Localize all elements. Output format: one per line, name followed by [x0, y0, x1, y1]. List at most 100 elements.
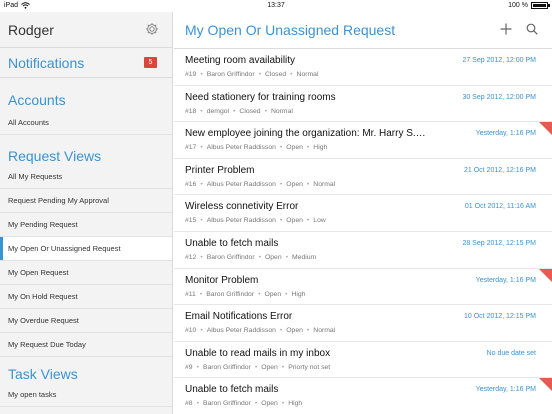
request-due-date: 27 Sep 2012, 12:00 PM	[462, 57, 536, 64]
request-meta: #16 • Albus Peter Raddisson • Open • Normal	[185, 180, 336, 188]
request-due-date: 30 Sep 2012, 12:00 PM	[462, 93, 536, 101]
request-id: #8	[185, 400, 193, 408]
request-requester: Baron Griffindor	[206, 290, 255, 298]
request-meta: #9 • Baron Griffindor • Open • Priorty not set	[185, 363, 331, 371]
request-title: Monitor Problem	[185, 274, 259, 286]
request-row[interactable]: New employee joining the organization: M…	[174, 122, 552, 159]
request-status: Open	[264, 253, 282, 261]
sidebar: Rodger Notifications 5 Accounts All Acco…	[0, 12, 173, 414]
task-views-heading: Task Views	[8, 366, 78, 382]
request-requester: Albus Peter Raddisson	[206, 144, 276, 152]
notifications-label: Notifications	[8, 55, 85, 71]
request-priority: High	[313, 144, 328, 152]
battery-percent: 100 %	[508, 2, 528, 9]
request-id: #10	[185, 327, 197, 335]
status-time: 13:37	[267, 2, 285, 9]
request-id: #15	[185, 217, 197, 225]
request-list-panel: My Open Or Unassigned Request Meeting ro…	[174, 12, 552, 414]
request-id: #16	[185, 180, 197, 188]
request-priority: Normal	[313, 327, 336, 335]
request-requester: Albus Peter Raddisson	[206, 327, 276, 335]
request-requester: Albus Peter Raddisson	[206, 180, 276, 188]
accounts-heading: Accounts	[8, 92, 66, 108]
request-id: #18	[185, 107, 197, 115]
request-status: Open	[261, 400, 278, 408]
request-status: Closed	[239, 107, 261, 115]
request-priority: Normal	[313, 180, 336, 188]
request-row[interactable]: Unable to read mails in my inbox No due …	[174, 342, 552, 379]
request-title: Wireless connetivity Error	[185, 201, 299, 213]
request-due-date: 21 Oct 2012, 12:16 PM	[464, 166, 536, 174]
status-bar: iPad 13:37 100 %	[0, 0, 552, 12]
request-title: Unable to read mails in my inbox	[185, 347, 331, 359]
request-due-date: 28 Sep 2012, 12:15 PM	[462, 239, 536, 247]
request-row[interactable]: Wireless connetivity Error 01 Oct 2012, …	[174, 195, 552, 232]
request-meta: #8 • Baron Griffindor • Open • High	[185, 400, 303, 408]
sidebar-item-all-my-requests[interactable]: All My Requests	[0, 165, 172, 189]
request-status: Open	[264, 290, 282, 298]
sidebar-item-overdue-request[interactable]: My Overdue Request	[0, 309, 172, 333]
request-row[interactable]: Email Notifications Error 10 Oct 2012, 1…	[174, 305, 552, 342]
request-status: Open	[261, 363, 278, 371]
request-requester: demgol	[206, 107, 230, 115]
sidebar-item-my-open-request[interactable]: My Open Request	[0, 261, 172, 285]
sidebar-header: Rodger	[0, 12, 172, 48]
user-name: Rodger	[8, 22, 54, 38]
overdue-flag-icon	[539, 268, 552, 282]
request-row[interactable]: Meeting room availability 27 Sep 2012, 1…	[174, 49, 552, 86]
request-priority: Priorty not set	[288, 363, 331, 371]
overdue-flag-icon	[539, 122, 552, 136]
request-requester: Albus Peter Raddisson	[206, 217, 276, 225]
request-meta: #18 • demgol • Closed • Normal	[185, 107, 293, 115]
main-header: My Open Or Unassigned Request	[174, 12, 552, 49]
sidebar-item-all-accounts[interactable]: All Accounts	[0, 111, 172, 135]
notification-count-badge: 5	[144, 57, 157, 68]
sidebar-item-pending-approval[interactable]: Request Pending My Approval	[0, 189, 172, 213]
request-status: Open	[286, 327, 303, 335]
search-icon[interactable]	[526, 23, 538, 35]
request-id: #11	[185, 290, 196, 298]
request-meta: #15 • Albus Peter Raddisson • Open • Low	[185, 217, 326, 225]
request-title: Unable to fetch mails	[185, 384, 279, 396]
request-row[interactable]: Need stationery for training rooms 30 Se…	[174, 86, 552, 123]
request-row[interactable]: Unable to fetch mails Yesterday, 1:16 PM…	[174, 378, 552, 414]
request-status: Open	[286, 144, 303, 152]
request-meta: #17 • Albus Peter Raddisson • Open • High	[185, 144, 328, 152]
request-row[interactable]: Monitor Problem Yesterday, 1:16 PM #11 • B…	[174, 268, 552, 306]
request-priority: High	[291, 290, 306, 298]
request-status: Open	[286, 217, 303, 225]
request-meta: #11 • Baron Griffindor • Open • High	[185, 290, 306, 298]
plus-icon[interactable]	[500, 23, 512, 35]
request-row[interactable]: Unable to fetch mails 28 Sep 2012, 12:15…	[174, 232, 552, 269]
request-requester: Baron Griffindor	[202, 363, 251, 371]
battery-icon	[531, 2, 550, 9]
request-due-date: 01 Oct 2012, 11:16 AM	[464, 203, 536, 211]
request-priority: Low	[313, 217, 326, 225]
request-due-date: Yesterday, 1:16 PM	[475, 130, 536, 138]
overdue-flag-icon	[539, 378, 552, 392]
sidebar-item-my-open-tasks[interactable]: My open tasks	[0, 383, 172, 407]
sidebar-item-open-or-unassigned[interactable]: My Open Or Unassigned Request	[0, 237, 172, 261]
request-id: #19	[185, 71, 197, 78]
request-id: #9	[185, 363, 193, 371]
request-meta: #12 • Baron Griffindor • Open • Medium	[185, 253, 317, 261]
request-title: Need stationery for training rooms	[185, 91, 336, 103]
request-priority: Normal	[270, 107, 293, 115]
page-title: My Open Or Unassigned Request	[185, 22, 396, 38]
request-id: #12	[185, 253, 197, 261]
sidebar-item-due-today[interactable]: My Request Due Today	[0, 333, 172, 357]
request-title: Email Notifications Error	[185, 311, 293, 323]
request-meta: #10 • Albus Peter Raddisson • Open • Normal	[185, 327, 336, 335]
sidebar-item-my-pending-request[interactable]: My Pending Request	[0, 213, 172, 237]
request-priority: Normal	[296, 71, 319, 78]
sidebar-item-on-hold-request[interactable]: My On Hold Request	[0, 285, 172, 309]
request-row[interactable]: Printer Problem 21 Oct 2012, 12:16 PM #1…	[174, 159, 552, 196]
request-title: Printer Problem	[185, 164, 255, 176]
request-list: Meeting room availability 27 Sep 2012, 1…	[174, 49, 552, 414]
request-title: Meeting room availability	[185, 55, 296, 66]
gear-icon[interactable]	[145, 22, 159, 36]
request-priority: High	[288, 400, 303, 408]
request-title: Unable to fetch mails	[185, 237, 279, 249]
request-due-date: 10 Oct 2012, 12:15 PM	[464, 313, 536, 321]
sidebar-item-notifications[interactable]: Notifications 5	[0, 48, 172, 78]
